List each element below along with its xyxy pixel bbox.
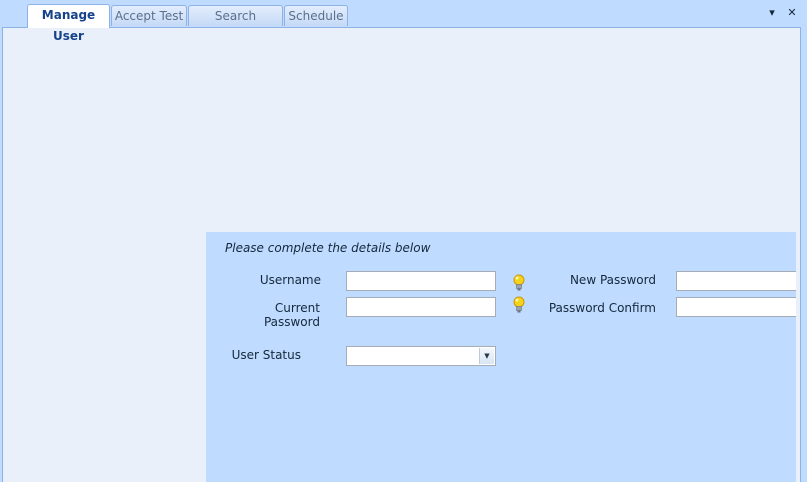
close-icon[interactable]: ✕ <box>785 6 799 20</box>
chevron-down-icon[interactable]: ▼ <box>479 348 494 364</box>
password-confirm-label: Password Confirm <box>548 301 656 315</box>
current-password-label: Current Password <box>263 301 320 329</box>
new-password-input[interactable] <box>676 271 796 291</box>
lightbulb-icon <box>513 296 525 313</box>
tab-accept-test[interactable]: Accept Test <box>111 5 187 26</box>
user-status-select[interactable]: ▼ <box>346 346 496 366</box>
tab-strip: Manage User Accept Test Search Vehicles … <box>0 0 807 44</box>
tab-manage-user[interactable]: Manage User <box>27 4 110 43</box>
username-input[interactable] <box>346 271 496 291</box>
tab-list-dropdown-icon[interactable]: ▾ <box>765 6 779 20</box>
username-label: Username <box>259 273 321 287</box>
password-confirm-input[interactable] <box>676 297 796 317</box>
tab-schedule[interactable]: Schedule <box>284 5 348 26</box>
manage-user-form: Please complete the details below Userna… <box>206 232 796 482</box>
user-status-label: User Status <box>231 348 301 362</box>
new-password-label: New Password <box>569 273 656 287</box>
form-instruction: Please complete the details below <box>225 241 431 255</box>
current-password-input[interactable] <box>346 297 496 317</box>
tab-search-vehicles[interactable]: Search Vehicles <box>188 5 283 44</box>
lightbulb-icon <box>513 274 525 291</box>
